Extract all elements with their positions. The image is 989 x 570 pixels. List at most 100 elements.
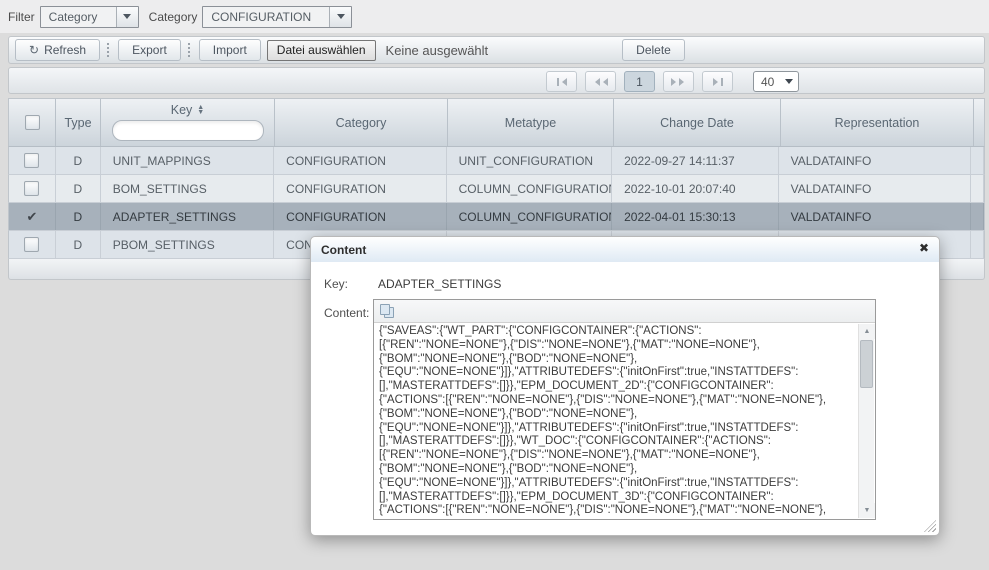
filter-type-dropdown-button[interactable] (116, 7, 138, 27)
cell-representation: VALDATAINFO (779, 175, 971, 202)
cell-change-date: 2022-09-27 14:11:37 (612, 147, 778, 174)
row-select-cell (9, 231, 56, 258)
dialog-title-bar[interactable]: Content (311, 237, 939, 262)
vertical-scrollbar[interactable]: ▲ ▼ (858, 324, 874, 518)
previous-page-button[interactable] (585, 71, 616, 92)
export-button[interactable]: Export (118, 39, 181, 61)
cell-spacer (971, 175, 984, 202)
select-all-checkbox[interactable] (25, 115, 40, 130)
column-header-type: Type (56, 99, 101, 146)
cell-key: UNIT_MAPPINGS (101, 147, 274, 174)
chevron-down-icon (785, 79, 793, 88)
cell-key: ADAPTER_SETTINGS (101, 203, 274, 230)
content-box-body: {"SAVEAS":{"WT_PART":{"CONFIGCONTAINER":… (374, 323, 875, 519)
last-page-button[interactable] (702, 71, 733, 92)
import-button-label: Import (213, 43, 247, 57)
file-choose-button[interactable]: Datei auswählen (267, 40, 376, 61)
toolbar-separator (188, 43, 192, 57)
chevron-down-icon (337, 14, 345, 23)
content-dialog: Content ✖ Key: ADAPTER_SETTINGS Content:… (310, 236, 940, 536)
cell-metatype: UNIT_CONFIGURATION (447, 147, 612, 174)
scroll-up-icon[interactable]: ▲ (859, 324, 875, 339)
refresh-button-label: Refresh (44, 43, 86, 57)
cell-spacer (971, 231, 984, 258)
sort-icon[interactable]: ▲ ▼ (197, 105, 204, 115)
cell-category: CONFIGURATION (274, 203, 446, 230)
file-choose-button-label: Datei auswählen (277, 43, 366, 57)
application-window: Filter Category Category CONFIGURATION ↻… (0, 0, 989, 570)
dialog-key-value: ADAPTER_SETTINGS (378, 277, 501, 291)
chevron-down-icon (123, 14, 131, 23)
row-checkbox[interactable] (24, 181, 39, 196)
content-box-toolbar (374, 300, 875, 323)
table-row-selected[interactable]: ✔ D ADAPTER_SETTINGS CONFIGURATION COLUM… (8, 203, 985, 231)
cell-category: CONFIGURATION (274, 175, 446, 202)
column-header-key[interactable]: Key ▲ ▼ (101, 99, 275, 146)
category-label: Category (149, 10, 198, 24)
row-checkbox[interactable] (24, 237, 39, 252)
scrollbar-thumb[interactable] (860, 340, 873, 388)
cell-key: BOM_SETTINGS (101, 175, 274, 202)
cell-representation: VALDATAINFO (779, 147, 971, 174)
refresh-button[interactable]: ↻ Refresh (15, 39, 100, 61)
cell-change-date: 2022-04-01 15:30:13 (612, 203, 778, 230)
dialog-title: Content (321, 243, 366, 257)
content-box: {"SAVEAS":{"WT_PART":{"CONFIGCONTAINER":… (373, 299, 876, 520)
row-select-cell (9, 147, 56, 174)
file-status-text: Keine ausgewählt (386, 43, 489, 58)
key-filter-input[interactable] (112, 120, 264, 141)
delete-button-label: Delete (636, 43, 671, 57)
category-value: CONFIGURATION (203, 7, 329, 27)
cell-change-date: 2022-10-01 20:07:40 (612, 175, 778, 202)
current-page-button[interactable]: 1 (624, 71, 655, 92)
table-row[interactable]: D UNIT_MAPPINGS CONFIGURATION UNIT_CONFI… (8, 147, 985, 175)
resize-grip-icon[interactable] (924, 520, 936, 532)
filter-bar: Filter Category Category CONFIGURATION (0, 0, 989, 33)
cell-type: D (56, 147, 101, 174)
current-page-number: 1 (636, 75, 643, 89)
cell-spacer (971, 203, 984, 230)
export-button-label: Export (132, 43, 167, 57)
next-page-button[interactable] (663, 71, 694, 92)
paginator: 1 40 (8, 67, 985, 94)
column-header-category: Category (275, 99, 448, 146)
cell-type: D (56, 203, 101, 230)
import-button[interactable]: Import (199, 39, 261, 61)
filter-type-value: Category (41, 7, 116, 27)
table-header: Type Key ▲ ▼ Category Metatype Change Da… (8, 98, 985, 147)
refresh-icon: ↻ (29, 44, 39, 56)
category-dropdown-button[interactable] (329, 7, 351, 27)
cell-category: CONFIGURATION (274, 147, 446, 174)
toolbar-separator (107, 43, 111, 57)
filter-type-dropdown[interactable]: Category (40, 6, 139, 28)
cell-metatype: COLUMN_CONFIGURATION (447, 175, 612, 202)
cell-representation: VALDATAINFO (779, 203, 971, 230)
column-header-spacer (974, 99, 984, 146)
column-header-key-label: Key (171, 103, 193, 117)
dialog-key-label: Key: (324, 277, 348, 291)
cell-spacer (971, 147, 984, 174)
page-size-select[interactable]: 40 (753, 71, 799, 92)
cell-key: PBOM_SETTINGS (101, 231, 274, 258)
check-icon[interactable]: ✔ (26, 209, 37, 225)
filter-label: Filter (8, 10, 35, 24)
row-checkbox[interactable] (24, 153, 39, 168)
column-header-metatype: Metatype (448, 99, 614, 146)
scroll-down-icon[interactable]: ▼ (859, 503, 875, 518)
content-text[interactable]: {"SAVEAS":{"WT_PART":{"CONFIGCONTAINER":… (379, 325, 857, 517)
table-row[interactable]: D BOM_SETTINGS CONFIGURATION COLUMN_CONF… (8, 175, 985, 203)
first-page-button[interactable] (546, 71, 577, 92)
category-dropdown[interactable]: CONFIGURATION (202, 6, 352, 28)
cell-type: D (56, 231, 101, 258)
toolbar: ↻ Refresh Export Import Datei auswählen … (8, 36, 985, 64)
select-all-cell (9, 99, 56, 146)
dialog-content-label: Content: (324, 306, 369, 320)
column-header-representation: Representation (781, 99, 974, 146)
cell-metatype: COLUMN_CONFIGURATION (447, 203, 612, 230)
cell-type: D (56, 175, 101, 202)
delete-button[interactable]: Delete (622, 39, 685, 61)
column-header-change-date: Change Date (614, 99, 781, 146)
close-icon[interactable]: ✖ (919, 242, 929, 254)
copy-icon[interactable] (380, 304, 395, 318)
row-select-cell: ✔ (9, 203, 56, 230)
